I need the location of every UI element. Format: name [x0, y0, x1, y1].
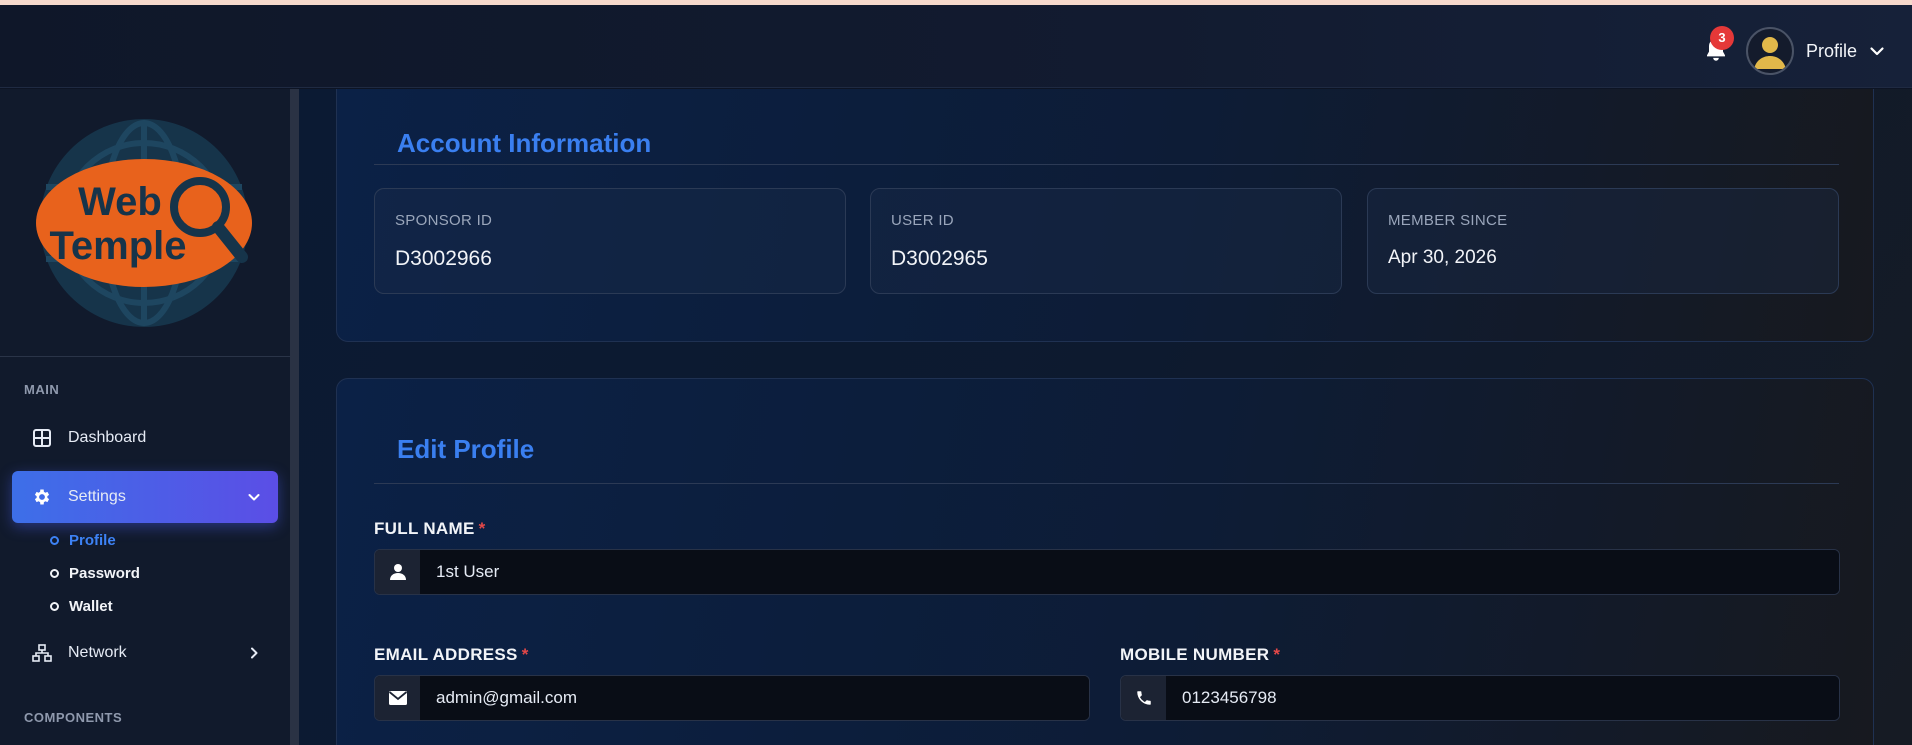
mobile-label: MOBILE NUMBER * [1120, 645, 1280, 665]
sidebar-item-network[interactable]: Network [12, 627, 278, 679]
user-id-box: USER ID D3002965 [870, 188, 1342, 294]
dashboard-grid-icon [32, 428, 52, 448]
chevron-down-icon [248, 494, 260, 501]
user-avatar-icon [1754, 37, 1786, 69]
member-since-label: MEMBER SINCE [1388, 212, 1508, 229]
divider [374, 483, 1839, 484]
member-since-value: Apr 30, 2026 [1388, 247, 1497, 268]
user-id-value: D3002965 [891, 247, 988, 270]
user-icon [375, 550, 420, 594]
profile-menu-button[interactable]: Profile [1746, 27, 1886, 75]
divider [374, 164, 1839, 165]
logo-text-web: Web [78, 180, 162, 224]
required-mark: * [478, 519, 486, 538]
chevron-down-icon [1870, 47, 1884, 56]
sidebar-item-dashboard[interactable]: Dashboard [12, 412, 278, 464]
full-name-input[interactable] [420, 550, 1839, 594]
sponsor-id-value: D3002966 [395, 247, 492, 270]
mobile-label-text: MOBILE NUMBER [1120, 645, 1270, 664]
edit-profile-title: Edit Profile [397, 434, 535, 464]
account-information-title: Account Information [397, 128, 652, 158]
phone-icon [1121, 676, 1166, 720]
notification-count-badge: 3 [1710, 26, 1734, 50]
web-temple-logo[interactable]: Web Temple [30, 117, 260, 327]
full-name-label: FULL NAME * [374, 519, 486, 539]
sidebar-subitem-password[interactable]: Password [50, 565, 140, 582]
top-header-bar: 3 Profile [0, 5, 1912, 88]
bullet-circle-icon [50, 536, 59, 545]
network-sitemap-icon [32, 643, 52, 663]
section-title-main: MAIN [24, 382, 60, 397]
chevron-right-icon [251, 647, 258, 659]
sponsor-id-box: SPONSOR ID D3002966 [374, 188, 846, 294]
email-field-group [374, 675, 1090, 721]
sidebar-subitem-label: Profile [69, 532, 116, 549]
sidebar-subitem-label: Wallet [69, 598, 113, 615]
logo-text-temple: Temple [49, 224, 186, 268]
email-label: EMAIL ADDRESS * [374, 645, 529, 665]
email-label-text: EMAIL ADDRESS [374, 645, 518, 664]
sidebar-subitem-profile[interactable]: Profile [50, 532, 116, 549]
user-id-label: USER ID [891, 212, 954, 229]
sidebar-subitem-label: Password [69, 565, 140, 582]
avatar [1746, 27, 1794, 75]
full-name-field-group [374, 549, 1840, 595]
main-content: Account Information SPONSOR ID D3002966 … [299, 89, 1912, 745]
sidebar-item-settings[interactable]: Settings [12, 471, 278, 523]
section-title-components: COMPONENTS [24, 710, 123, 725]
mobile-field-group [1120, 675, 1840, 721]
required-mark: * [521, 645, 529, 664]
sidebar-item-label: Settings [68, 488, 126, 505]
envelope-icon [375, 676, 420, 720]
sidebar: Web Temple MAIN Dashboard Settings Profi… [0, 89, 290, 745]
email-input[interactable] [420, 676, 1089, 720]
account-information-card: Account Information SPONSOR ID D3002966 … [336, 89, 1874, 342]
required-mark: * [1273, 645, 1281, 664]
logo-area: Web Temple [0, 89, 290, 357]
sidebar-scrollbar[interactable] [290, 89, 299, 745]
sidebar-subitem-wallet[interactable]: Wallet [50, 598, 113, 615]
member-since-box: MEMBER SINCE Apr 30, 2026 [1367, 188, 1839, 294]
gear-icon [32, 487, 52, 507]
profile-menu-label: Profile [1806, 40, 1858, 61]
sponsor-id-label: SPONSOR ID [395, 212, 493, 229]
sidebar-item-label: Network [68, 644, 127, 661]
edit-profile-card: Edit Profile FULL NAME* EMAIL ADDRESS* [336, 378, 1874, 745]
mobile-input[interactable] [1166, 676, 1839, 720]
bullet-circle-icon [50, 569, 59, 578]
bullet-circle-icon [50, 602, 59, 611]
full-name-label-text: FULL NAME [374, 519, 475, 538]
sidebar-item-label: Dashboard [68, 429, 147, 446]
